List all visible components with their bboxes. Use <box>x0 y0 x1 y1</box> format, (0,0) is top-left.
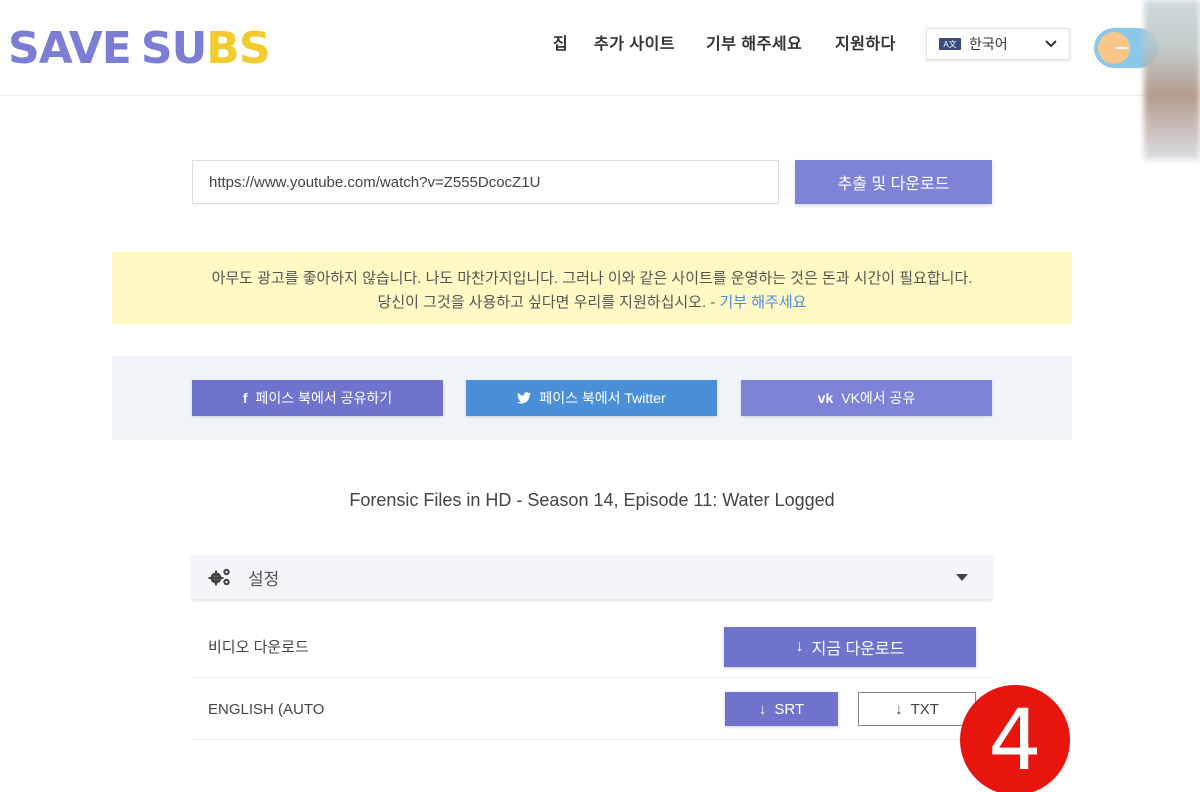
video-title: Forensic Files in HD - Season 14, Episod… <box>349 490 835 510</box>
site-header: SAVE SU BS 집 추가 사이트 기부 해주세요 지원하다 A文 한국어 <box>0 0 1200 160</box>
download-now-label: 지금 다운로드 <box>811 641 905 658</box>
arrow-down-icon: ↓ <box>795 638 804 655</box>
share-vk-label: VK에서 공유 <box>841 390 916 406</box>
notice-line-1: 아무도 광고를 좋아하지 않습니다. 나도 마찬가지입니다. 그러나 이와 같은… <box>211 270 973 287</box>
donation-notice: 아무도 광고를 좋아하지 않습니다. 나도 마찬가지입니다. 그러나 이와 같은… <box>112 252 1072 324</box>
language-selected: 한국어 <box>969 36 1008 52</box>
nav-more-sites[interactable]: 추가 사이트 <box>594 30 675 54</box>
share-twitter-button[interactable]: 페이스 북에서 Twitter <box>466 380 717 416</box>
video-download-label: 비디오 다운로드 <box>208 639 309 656</box>
arrow-down-icon: ↓ <box>758 700 767 718</box>
txt-label: TXT <box>910 700 939 718</box>
video-download-row: 비디오 다운로드 ↓ 지금 다운로드 <box>192 618 992 678</box>
download-srt-button[interactable]: ↓ SRT <box>725 692 838 726</box>
share-facebook-button[interactable]: f 페이스 북에서 공유하기 <box>192 380 443 416</box>
notice-text: 당신이 그것을 사용하고 싶다면 우리를 지원하십시오. - <box>377 294 716 311</box>
toggle-dash-icon <box>1116 47 1128 49</box>
twitter-icon <box>517 392 532 404</box>
share-panel: f 페이스 북에서 공유하기 페이스 북에서 Twitter vk VK에서 공… <box>112 356 1072 440</box>
step-number-badge: 4 <box>960 685 1070 792</box>
language-select[interactable]: A文 한국어 <box>926 28 1070 60</box>
subtitle-language-label: ENGLISH (AUTO <box>208 701 325 718</box>
url-input[interactable] <box>192 160 779 204</box>
facebook-icon: f <box>242 390 248 406</box>
vk-icon: vk <box>817 390 834 406</box>
share-twitter-label: 페이스 북에서 Twitter <box>539 390 666 406</box>
nav-home[interactable]: 집 <box>553 30 568 54</box>
translate-icon: A文 <box>939 38 961 50</box>
logo-text-su: SU <box>140 22 207 74</box>
notice-line-2: 당신이 그것을 사용하고 싶다면 우리를 지원하십시오. - 기부 해주세요 <box>112 291 1072 315</box>
caret-down-icon <box>956 573 968 581</box>
share-vk-button[interactable]: vk VK에서 공유 <box>741 380 992 416</box>
subtitle-row: ENGLISH (AUTO ↓ SRT ↓ TXT <box>192 680 992 740</box>
gears-icon <box>208 568 230 586</box>
savesubs-logo[interactable]: SAVE SU BS <box>8 22 271 74</box>
donate-link[interactable]: 기부 해주세요 <box>719 294 806 311</box>
logo-text-bs: BS <box>206 22 270 74</box>
nav-donate[interactable]: 기부 해주세요 <box>706 30 802 54</box>
arrow-down-icon: ↓ <box>895 700 903 718</box>
download-txt-button[interactable]: ↓ TXT <box>858 692 976 726</box>
share-facebook-label: 페이스 북에서 공유하기 <box>255 390 393 406</box>
settings-accordion[interactable]: 설정 <box>192 555 992 599</box>
download-now-button[interactable]: ↓ 지금 다운로드 <box>724 627 976 667</box>
blurred-thumbnail <box>1144 0 1200 160</box>
nav-support[interactable]: 지원하다 <box>835 30 896 54</box>
extract-download-button[interactable]: 추출 및 다운로드 <box>795 160 992 204</box>
chevron-down-icon <box>1045 40 1057 48</box>
logo-text-save: SAVE <box>8 22 132 74</box>
settings-label: 설정 <box>248 569 280 589</box>
srt-label: SRT <box>774 700 805 718</box>
